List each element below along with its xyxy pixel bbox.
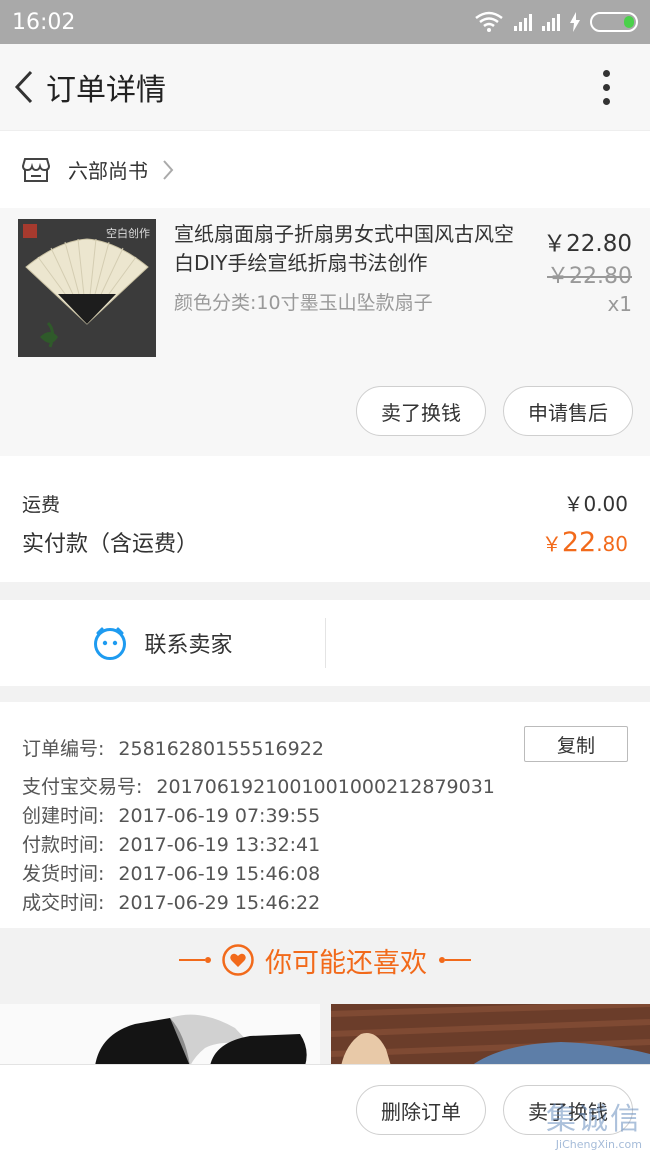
recommend-title: 你可能还喜欢 — [265, 947, 427, 979]
contact-bar: 联系卖家 — [0, 600, 650, 686]
created-time-row: 创建时间: 2017-06-19 07:39:55 — [22, 805, 321, 827]
contact-seller-label: 联系卖家 — [144, 633, 233, 658]
paid-label: 实付款（含运费） — [22, 532, 199, 557]
recommend-grid — [0, 1004, 650, 1066]
order-number-row: 订单编号: 25816280155516922 — [22, 738, 324, 760]
more-menu-icon[interactable] — [584, 57, 628, 117]
bottom-action-bar: 删除订单 卖了换钱 集诚信 JiChengXin.com — [0, 1064, 650, 1155]
after-sale-button[interactable]: 申请售后 — [503, 386, 633, 436]
divider — [325, 618, 326, 668]
paid-amount: ￥22.80 — [541, 527, 628, 558]
shop-row[interactable]: 六部尚书 — [0, 130, 650, 208]
recommend-item-image[interactable] — [0, 1004, 320, 1066]
shipped-time-row: 发货时间: 2017-06-19 15:46:08 — [22, 863, 321, 885]
charging-icon — [570, 12, 580, 32]
nav-bar: 订单详情 — [0, 44, 650, 130]
status-time: 16:02 — [12, 9, 76, 35]
paid-row: 实付款（含运费） ￥22.80 — [22, 526, 628, 558]
page-title: 订单详情 — [46, 73, 166, 108]
recommend-item-image[interactable] — [331, 1004, 650, 1066]
chat-face-icon — [94, 627, 127, 660]
fee-summary: 运费 ￥0.00 实付款（含运费） ￥22.80 — [0, 456, 650, 582]
product-quantity: x1 — [607, 292, 632, 316]
battery-icon — [590, 12, 638, 32]
watermark: 集诚信 JiChengXin.com — [546, 1094, 642, 1151]
shipping-row: 运费 ￥0.00 — [22, 488, 628, 517]
watermark-logo-text: 集诚信 — [546, 1102, 642, 1137]
shipping-label: 运费 — [22, 494, 61, 516]
product-title[interactable]: 宣纸扇面扇子折扇男女式中国风古风空白DIY手绘宣纸折扇书法创作 — [174, 220, 526, 278]
order-info: 订单编号: 25816280155516922 支付宝交易号: 2017061921… — [0, 702, 650, 928]
product-price: ￥22.80 — [543, 231, 632, 257]
heart-icon — [222, 944, 254, 976]
resell-button[interactable]: 卖了换钱 — [356, 386, 486, 436]
signal-icon — [542, 13, 560, 31]
signal-icon — [514, 13, 532, 31]
watermark-url: JiChengXin.com — [555, 1138, 642, 1151]
recommend-header: 你可能还喜欢 — [0, 928, 650, 992]
shipping-value: ￥0.00 — [563, 492, 628, 516]
product-spec: 颜色分类:10寸墨玉山坠款扇子 — [174, 292, 433, 314]
product-image-caption: 空白创作 — [106, 226, 150, 240]
product-original-price: ￥22.80 — [547, 264, 632, 289]
contact-seller-button[interactable]: 联系卖家 — [0, 600, 325, 686]
paid-time-row: 付款时间: 2017-06-19 13:32:41 — [22, 834, 321, 856]
delete-order-button[interactable]: 删除订单 — [356, 1085, 486, 1135]
alipay-trade-row: 支付宝交易号: 2017061921001001000212879031 — [22, 776, 495, 798]
wifi-icon — [475, 11, 503, 32]
status-icons — [474, 11, 638, 33]
back-arrow-icon[interactable] — [4, 44, 44, 130]
chevron-right-icon — [163, 159, 174, 180]
shop-name: 六部尚书 — [68, 159, 148, 183]
completed-time-row: 成交时间: 2017-06-29 15:46:22 — [22, 892, 321, 914]
status-bar: 16:02 — [0, 0, 650, 44]
copy-button[interactable]: 复制 — [524, 726, 628, 762]
product-image[interactable]: 空白创作 — [18, 219, 156, 357]
product-card[interactable]: 空白创作 宣纸扇面扇子折扇男女式中国风古风空白DIY手绘宣纸折扇书法创作 颜色分… — [0, 208, 650, 456]
decor-line-right — [439, 957, 471, 963]
shop-icon — [22, 157, 50, 182]
decor-line-left — [179, 957, 211, 963]
